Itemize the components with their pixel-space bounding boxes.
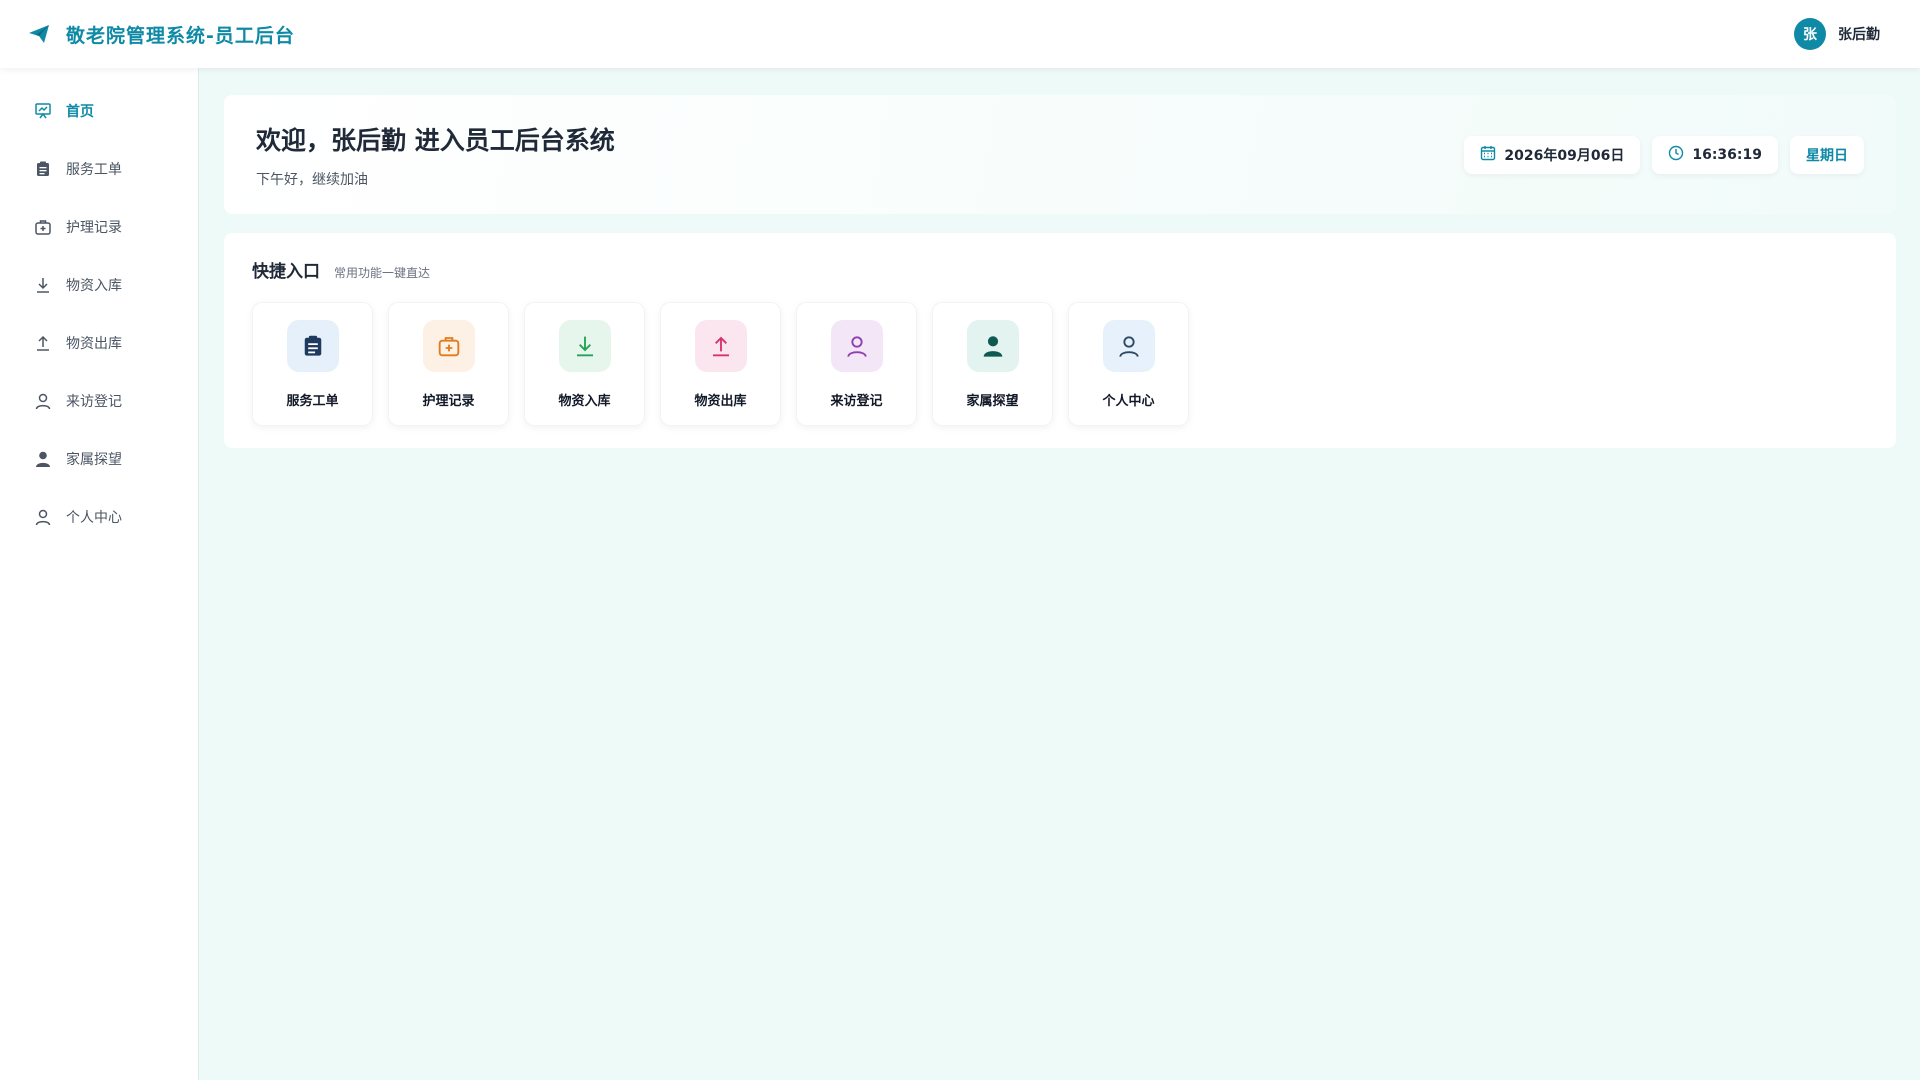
sidebar-item-label: 护理记录 [66, 220, 122, 236]
current-date: 2026年09月06日 [1504, 147, 1625, 164]
top-header: 敬老院管理系统-员工后台 张 张后勤 [0, 0, 1920, 68]
avatar[interactable]: 张 [1794, 18, 1826, 50]
first-aid-kit-icon [422, 319, 475, 372]
sidebar-item-label: 来访登记 [66, 394, 122, 410]
quick-card-family-visits[interactable]: 家属探望 [932, 302, 1053, 426]
quick-card-label: 物资入库 [558, 393, 611, 409]
welcome-title: 欢迎，张后勤 进入员工后台系统 [256, 125, 615, 155]
first-aid-kit-icon [34, 218, 52, 236]
download-icon [34, 276, 52, 294]
sidebar-item-care-records[interactable]: 护理记录 [0, 206, 198, 248]
sidebar-item-label: 首页 [66, 104, 94, 120]
calendar-icon [1480, 145, 1496, 165]
user-filled-icon [34, 450, 52, 468]
quick-entry-title: 快捷入口 [252, 262, 320, 282]
date-time-info: 2026年09月06日 16:36:19 星期日 [1464, 135, 1864, 174]
sidebar-item-label: 物资出库 [66, 336, 122, 352]
sidebar-item-stock-in[interactable]: 物资入库 [0, 264, 198, 306]
user-menu[interactable]: 张 张后勤 [1794, 18, 1880, 50]
quick-card-label: 护理记录 [422, 393, 475, 409]
user-outline-icon [1102, 319, 1155, 372]
quick-card-label: 个人中心 [1102, 393, 1155, 409]
app-title: 敬老院管理系统-员工后台 [66, 24, 295, 47]
welcome-subtitle: 下午好，继续加油 [256, 171, 368, 188]
upload-icon [694, 319, 747, 372]
quick-card-label: 物资出库 [694, 393, 747, 409]
clock-icon [1668, 145, 1684, 165]
quick-card-label: 来访登记 [830, 393, 883, 409]
user-outline-icon [34, 392, 52, 410]
sidebar-item-visitor-registration[interactable]: 来访登记 [0, 380, 198, 422]
presentation-icon [34, 102, 52, 120]
user-outline-icon [830, 319, 883, 372]
current-weekday: 星期日 [1806, 147, 1848, 164]
quick-card-visitor-registration[interactable]: 来访登记 [796, 302, 917, 426]
current-time: 16:36:19 [1692, 146, 1762, 163]
quick-card-profile[interactable]: 个人中心 [1068, 302, 1189, 426]
quick-card-label: 服务工单 [286, 393, 339, 409]
time-chip: 16:36:19 [1652, 135, 1778, 174]
sidebar-item-label: 物资入库 [66, 278, 122, 294]
user-filled-icon [966, 319, 1019, 372]
download-icon [558, 319, 611, 372]
sidebar-item-family-visits[interactable]: 家属探望 [0, 438, 198, 480]
quick-card-service-orders[interactable]: 服务工单 [252, 302, 373, 426]
paper-plane-icon [26, 21, 52, 47]
clipboard-icon [286, 319, 339, 372]
quick-entry-panel: 快捷入口 常用功能一键直达 服务工单 护理记录 物资入库 物资出库 来访登记 家… [224, 233, 1896, 448]
quick-entry-subtitle: 常用功能一键直达 [334, 266, 431, 280]
quick-card-label: 家属探望 [966, 393, 1019, 409]
user-name[interactable]: 张后勤 [1838, 24, 1880, 44]
quick-card-care-records[interactable]: 护理记录 [388, 302, 509, 426]
clipboard-icon [34, 160, 52, 178]
quick-card-stock-out[interactable]: 物资出库 [660, 302, 781, 426]
sidebar: 首页 服务工单 护理记录 物资入库 物资出库 来访登记 家属探望 个人中心 [0, 68, 199, 1080]
weekday-chip: 星期日 [1790, 135, 1864, 174]
upload-icon [34, 334, 52, 352]
sidebar-item-label: 服务工单 [66, 162, 122, 178]
brand[interactable]: 敬老院管理系统-员工后台 [26, 21, 295, 48]
sidebar-item-label: 家属探望 [66, 452, 122, 468]
date-chip: 2026年09月06日 [1464, 135, 1641, 174]
user-outline-icon [34, 508, 52, 526]
welcome-banner: 欢迎，张后勤 进入员工后台系统 下午好，继续加油 2026年09月06日 16:… [224, 95, 1896, 214]
sidebar-item-home[interactable]: 首页 [0, 90, 198, 132]
quick-card-stock-in[interactable]: 物资入库 [524, 302, 645, 426]
sidebar-item-label: 个人中心 [66, 510, 122, 526]
sidebar-item-profile[interactable]: 个人中心 [0, 496, 198, 538]
sidebar-item-service-orders[interactable]: 服务工单 [0, 148, 198, 190]
sidebar-item-stock-out[interactable]: 物资出库 [0, 322, 198, 364]
